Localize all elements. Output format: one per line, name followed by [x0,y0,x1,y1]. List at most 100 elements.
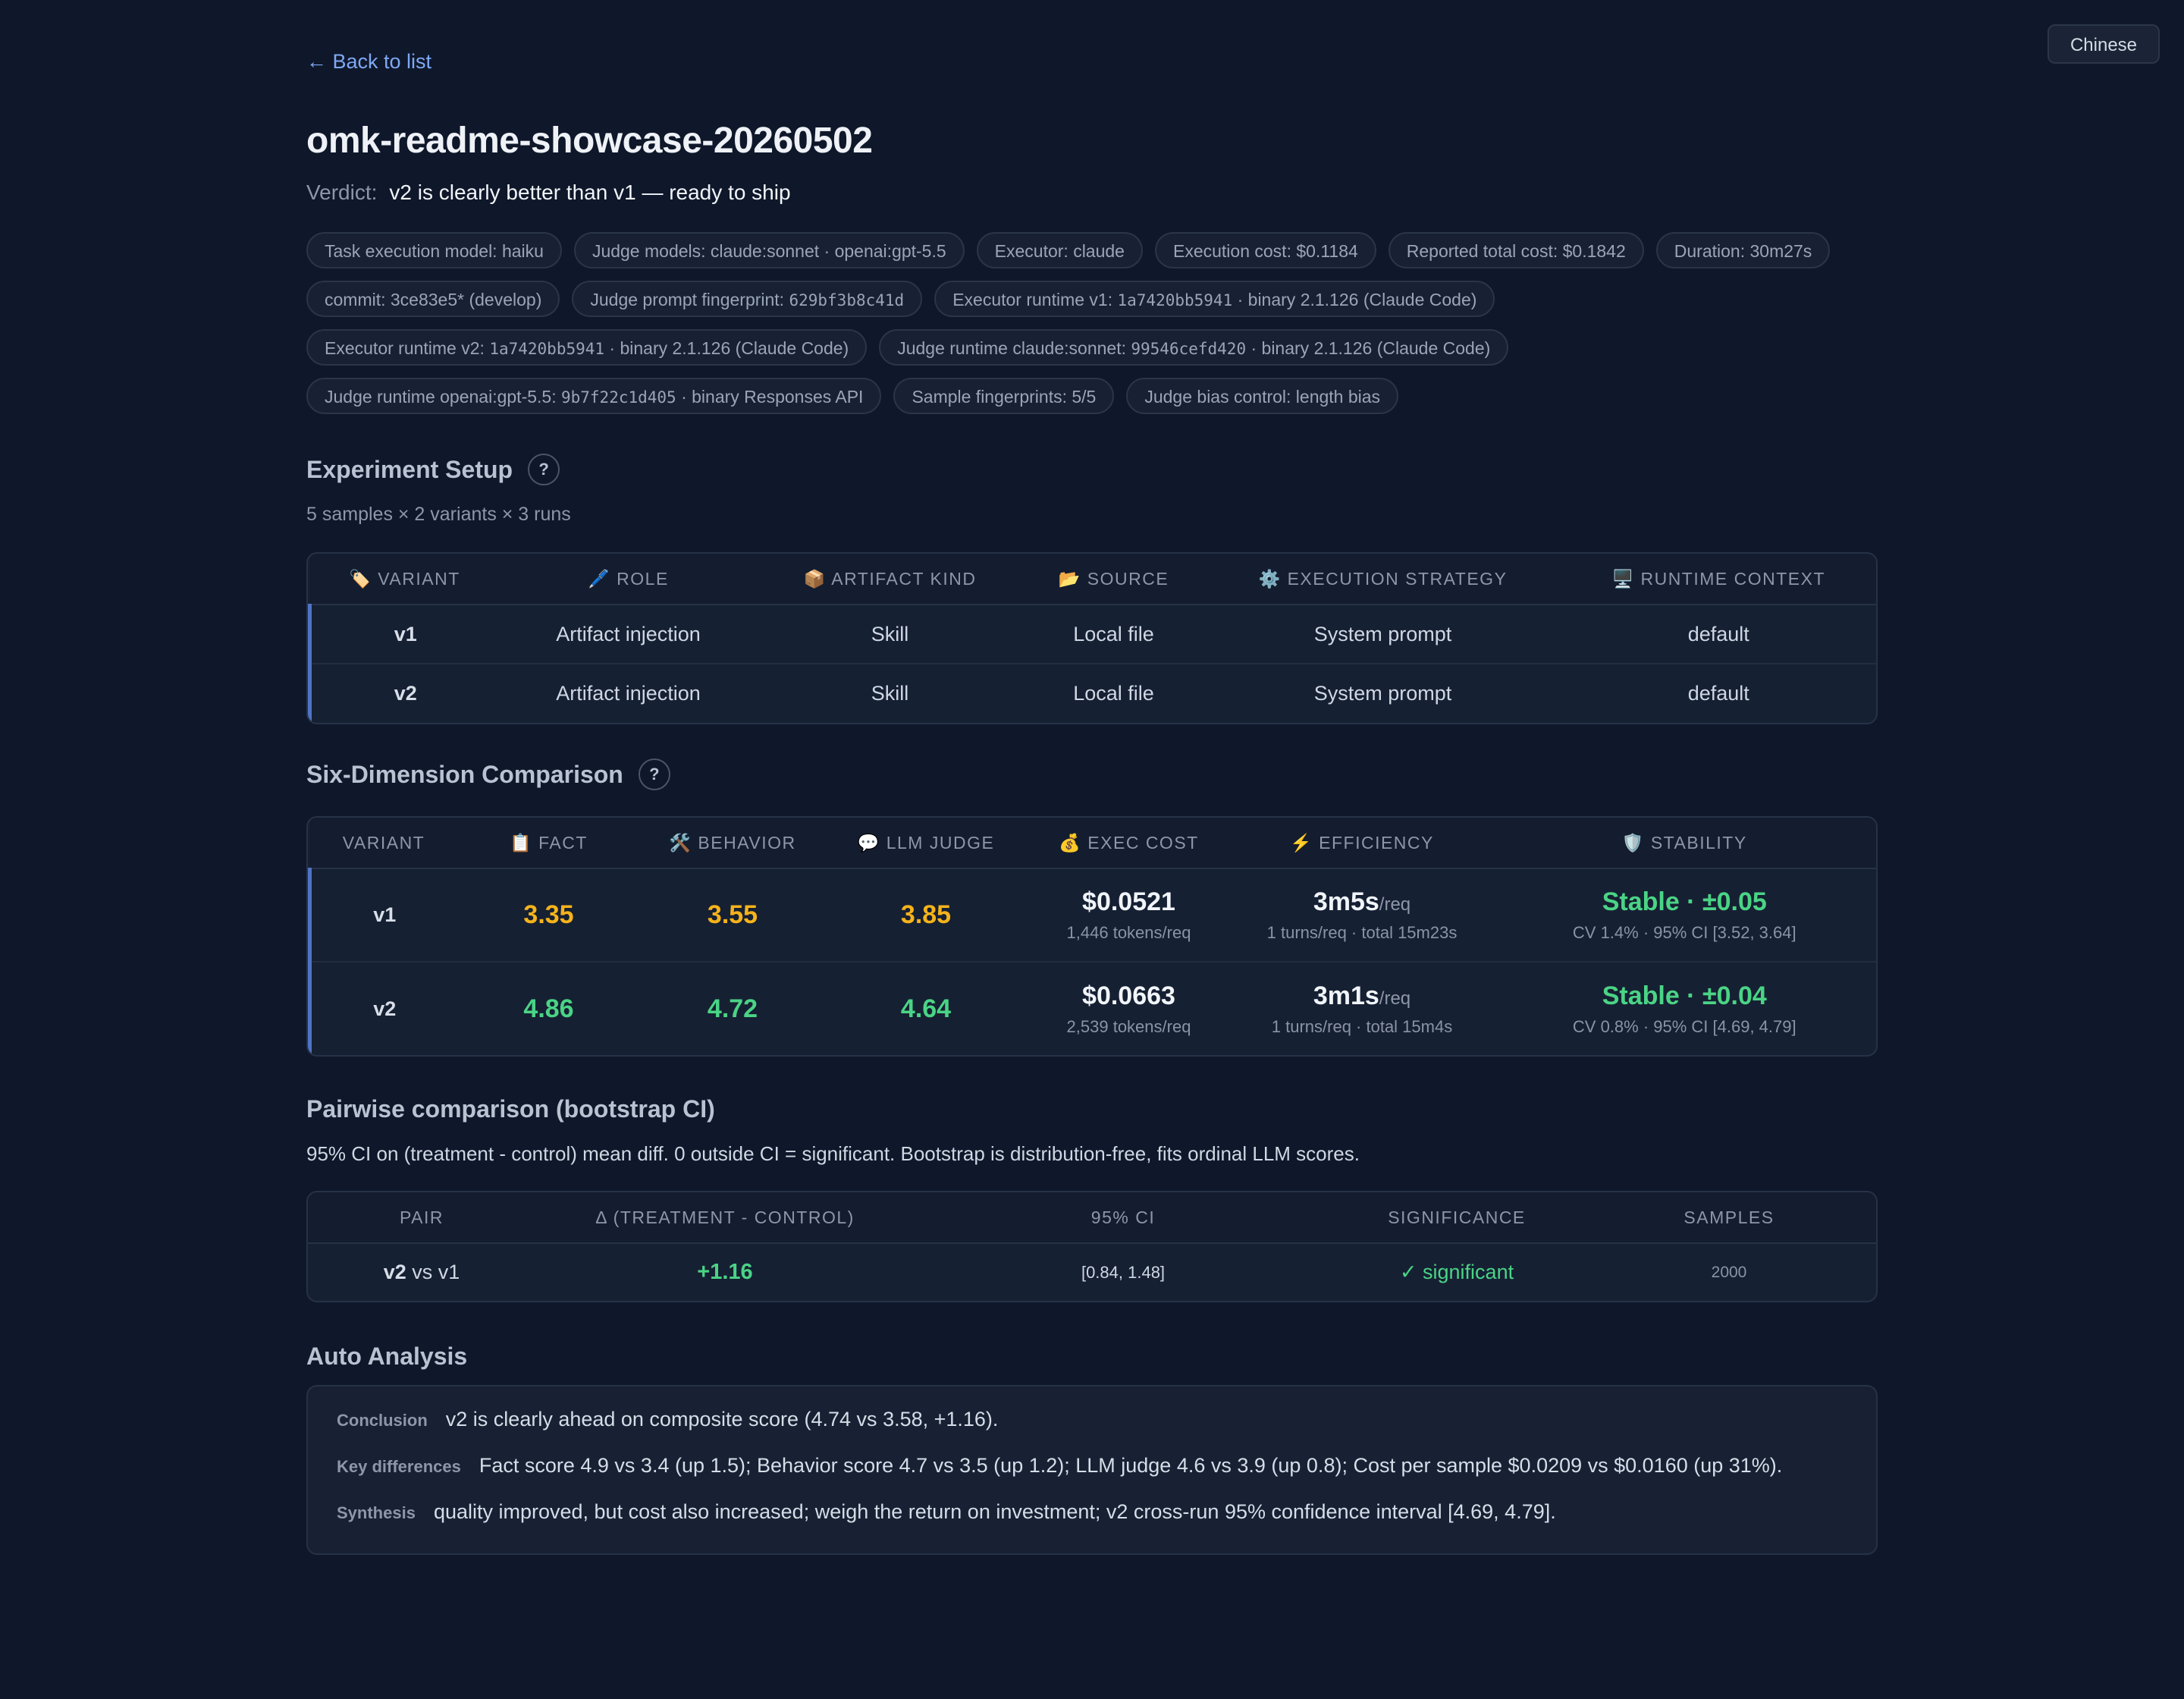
cell-llm-judge: 3.85 [825,868,1027,963]
efficiency-unit: /req [1379,894,1411,915]
verdict: Verdict: v2 is clearly better than v1 — r… [306,181,791,205]
col-pair: PAIR [308,1192,535,1244]
experiment-setup-subtitle: 5 samples × 2 variants × 3 runs [306,504,571,525]
cell-fact: 4.86 [523,994,574,1023]
verdict-value: v2 is clearly better than v1 — ready to … [389,181,791,204]
table-row: v2 4.86 4.72 4.64 $0.0663 2,539 tokens/r… [308,962,1877,1055]
table-row: v1 Artifact injection Skill Local file S… [308,605,1876,664]
cell-execution-strategy: System prompt [1313,682,1452,705]
cell-runtime-context: default [1561,605,1876,664]
col-samples: SAMPLES [1582,1192,1876,1244]
analysis-row: Conclusion v2 is clearly ahead on composi… [337,1409,1847,1430]
cell-runtime-context: default [1687,682,1749,705]
col-stability: 🛡️ STABILITY [1492,818,1876,869]
cell-ci: [0.84, 1.48] [1081,1262,1166,1282]
help-icon[interactable]: ? [528,454,560,485]
col-variant: 🏷️ VARIANT [309,554,500,605]
chip-executor-runtime-v1: Executor runtime v1: 1a7420bb5941 · bina… [934,281,1495,317]
chip-hash: 629bf3b8c41d [789,291,905,309]
table-row: v2 Artifact injection Skill Local file S… [308,664,1877,723]
analysis-key: Synthesis [337,1503,416,1522]
col-exec-cost: 💰 EXEC COST [1026,818,1232,869]
analysis-value: v2 is clearly ahead on composite score (… [445,1408,999,1430]
six-dimension-heading: Six-Dimension Comparison [306,760,623,788]
col-artifact-kind: 📦 ARTIFACT KIND [757,554,1023,605]
col-ci: 95% CI [915,1192,1332,1244]
efficiency-detail: 1 turns/req · total 15m23s [1266,923,1458,942]
analysis-key: Key differences [337,1457,461,1476]
exec-cost-tokens: 1,446 tokens/req [1066,923,1191,942]
cell-role: Artifact injection [499,605,758,664]
pairwise-table: PAIR Δ (TREATMENT - CONTROL) 95% CI SIGN… [306,1191,1878,1302]
auto-analysis-heading: Auto Analysis [306,1343,468,1370]
cell-exec-cost: $0.0521 1,446 tokens/req [1026,868,1232,963]
cell-source: Local file [1022,605,1205,664]
back-to-list-link[interactable]: ← Back to list [306,50,431,74]
cell-stability: Stable · ±0.04 CV 0.8% · 95% CI [4.69, 4… [1493,962,1877,1055]
analysis-value: quality improved, but cost also increase… [433,1500,1556,1523]
table-row: v2 vs v1 +1.16 [0.84, 1.48] ✓ significan… [308,1243,1876,1301]
cell-stability: Stable · ±0.05 CV 1.4% · 95% CI [3.52, 3… [1492,868,1876,963]
stability-detail: CV 1.4% · 95% CI [3.52, 3.64] [1572,923,1796,942]
cell-variant: v1 [308,868,458,963]
cell-variant: v2 [308,664,500,723]
chip-execution-cost: Execution cost: $0.1184 [1154,232,1376,269]
chip-hash: 1a7420bb5941 [1117,291,1233,309]
stability-value: Stable · ±0.05 [1602,887,1767,916]
cell-artifact-kind: Skill [871,682,909,705]
cell-samples: 2000 [1711,1263,1747,1281]
help-icon[interactable]: ? [638,758,670,790]
col-execution-strategy: ⚙️ EXECUTION STRATEGY [1204,554,1561,605]
stability-detail: CV 0.8% · 95% CI [4.69, 4.79] [1572,1016,1796,1036]
col-delta: Δ (TREATMENT - CONTROL) [535,1192,915,1244]
chip-judge-runtime-openai: Judge runtime openai:gpt-5.5: 9b7f22c1d4… [306,378,882,414]
analysis-key: Conclusion [337,1411,428,1430]
efficiency-value: 3m5s [1313,887,1379,916]
col-variant: VARIANT [309,818,458,869]
cell-behavior: 4.72 [707,994,758,1023]
pair-control: vs v1 [406,1261,460,1283]
analysis-value: Fact score 4.9 vs 3.4 (up 1.5); Behavior… [479,1454,1783,1477]
pair-treatment: v2 [383,1261,406,1283]
language-button[interactable]: Chinese [2048,24,2160,64]
cell-delta: +1.16 [697,1260,753,1284]
col-significance: SIGNIFICANCE [1332,1192,1582,1244]
cell-efficiency: 3m1s/req 1 turns/req · total 15m4s [1232,962,1493,1055]
col-runtime-context: 🖥️ RUNTIME CONTEXT [1561,554,1876,605]
cell-artifact-kind: Skill [757,605,1023,664]
col-source: 📂 SOURCE [1022,554,1205,605]
pairwise-heading: Pairwise comparison (bootstrap CI) [306,1095,715,1123]
cell-exec-cost: $0.0663 2,539 tokens/req [1027,962,1232,1055]
exec-cost-value: $0.0663 [1082,981,1175,1010]
chip-commit: commit: 3ce83e5* (develop) [306,281,560,317]
auto-analysis-panel: Conclusion v2 is clearly ahead on composi… [306,1385,1878,1555]
chip-reported-total-cost: Reported total cost: $0.1842 [1388,232,1644,269]
cell-llm-judge: 4.64 [900,994,952,1023]
chip-duration: Duration: 30m27s [1655,232,1831,269]
experiment-setup-table: 🏷️ VARIANT 🖊️ ROLE 📦 ARTIFACT KIND 📂 SOU… [306,552,1878,724]
cell-source: Local file [1073,682,1154,705]
chip-executor: Executor: claude [976,232,1143,269]
col-fact: 📋 FACT [457,818,640,869]
chip-judge-runtime-claude: Judge runtime claude:sonnet: 99546cefd42… [879,329,1509,366]
six-dimension-title: Six-Dimension Comparison ? [306,758,670,790]
pairwise-title: Pairwise comparison (bootstrap CI) [306,1095,715,1123]
exec-cost-tokens: 2,539 tokens/req [1066,1016,1191,1036]
verdict-label: Verdict: [306,181,378,204]
chip-task-model: Task execution model: haiku [306,232,562,269]
cell-pair: v2 vs v1 [308,1243,535,1301]
analysis-row: Synthesis quality improved, but cost also… [337,1500,1847,1523]
chip-hash: 99546cefd420 [1131,340,1247,358]
cell-behavior: 3.55 [639,868,826,963]
experiment-setup-title: Experiment Setup ? [306,454,560,485]
pairwise-subtitle: 95% CI on (treatment - control) mean dif… [306,1142,1360,1165]
cell-fact: 3.35 [457,868,640,963]
col-efficiency: ⚡ EFFICIENCY [1231,818,1493,869]
auto-analysis-title: Auto Analysis [306,1343,467,1371]
efficiency-value: 3m1s [1313,981,1379,1010]
table-row: v1 3.35 3.55 3.85 $0.0521 1,446 tokens/r… [308,868,1876,963]
chip-judge-bias-control: Judge bias control: length bias [1126,378,1399,414]
col-behavior: 🛠️ BEHAVIOR [639,818,826,869]
efficiency-detail: 1 turns/req · total 15m4s [1271,1016,1453,1036]
efficiency-unit: /req [1379,988,1411,1009]
